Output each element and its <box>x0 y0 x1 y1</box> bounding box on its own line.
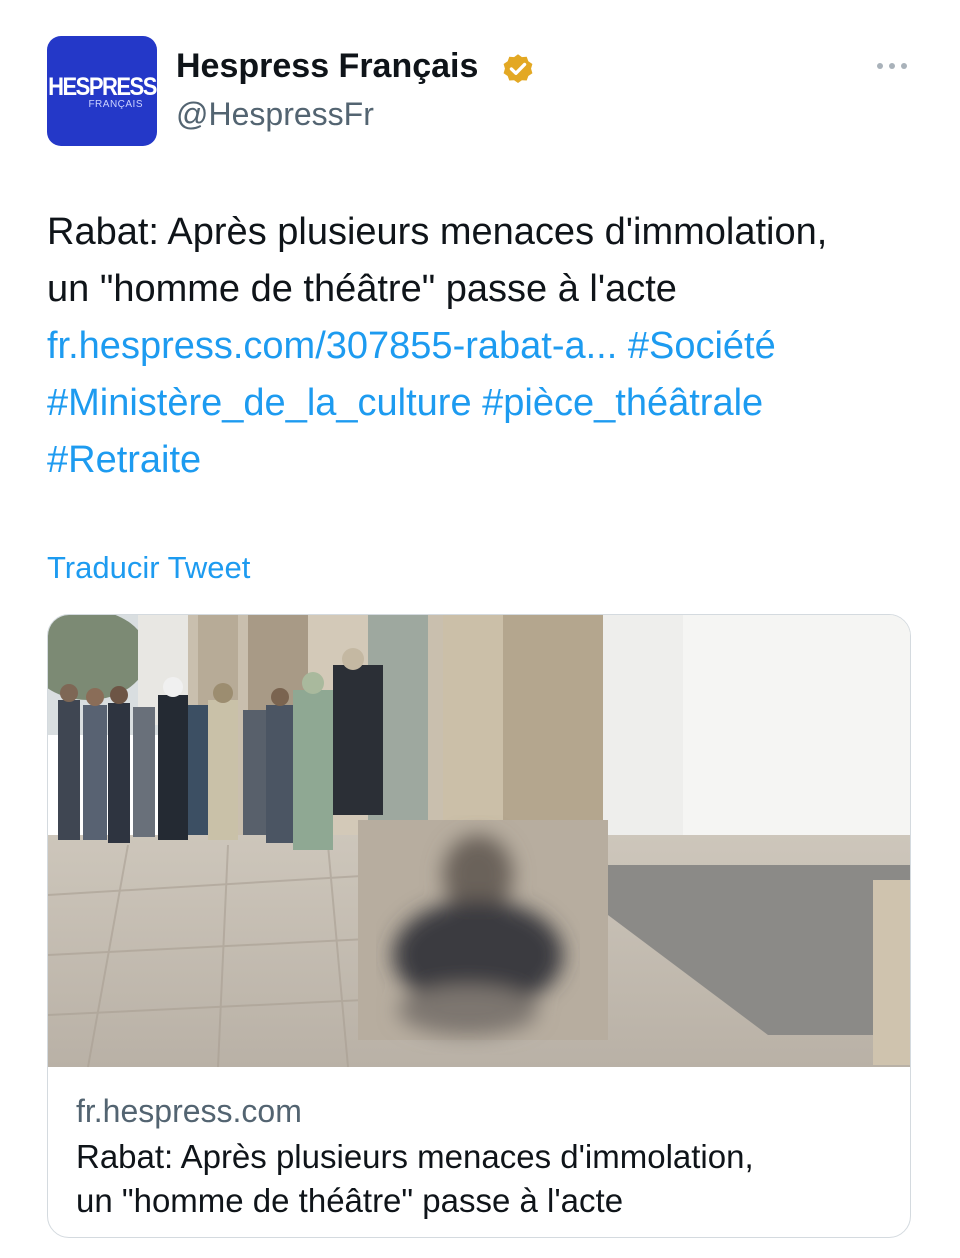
avatar[interactable]: HESPRESS FRANÇAIS <box>47 36 157 146</box>
tweet-text: Rabat: Après plusieurs menaces d'immolat… <box>47 204 927 489</box>
card-photo[interactable] <box>48 615 911 1067</box>
tweet-link[interactable]: fr.hespress.com/307855-rabat-a... <box>47 325 617 367</box>
translate-tweet-link[interactable]: Traducir Tweet <box>47 546 250 590</box>
card-title-line: un "homme de théâtre" passe à l'acte <box>76 1182 624 1219</box>
hashtag-link[interactable]: #Ministère_de_la_culture <box>47 382 472 424</box>
tweet-text-line: un "homme de théâtre" passe à l'acte <box>47 268 677 310</box>
verified-badge-icon <box>503 54 533 84</box>
card-title-line: Rabat: Après plusieurs menaces d'immolat… <box>76 1138 754 1175</box>
avatar-logo-text: HESPRESS <box>48 72 157 101</box>
user-handle[interactable]: @HespressFr <box>176 94 374 134</box>
card-title: Rabat: Après plusieurs menaces d'immolat… <box>76 1135 876 1223</box>
more-horizontal-icon[interactable] <box>874 54 910 78</box>
link-preview-card[interactable]: fr.hespress.com Rabat: Après plusieurs m… <box>47 614 911 1238</box>
hashtag-link[interactable]: #Société <box>628 325 776 367</box>
hashtag-link[interactable]: #Retraite <box>47 439 201 481</box>
card-domain: fr.hespress.com <box>76 1093 302 1129</box>
tweet-text-line: Rabat: Après plusieurs menaces d'immolat… <box>47 211 828 253</box>
hashtag-link[interactable]: #pièce_théâtrale <box>482 382 763 424</box>
display-name[interactable]: Hespress Français <box>176 44 478 88</box>
